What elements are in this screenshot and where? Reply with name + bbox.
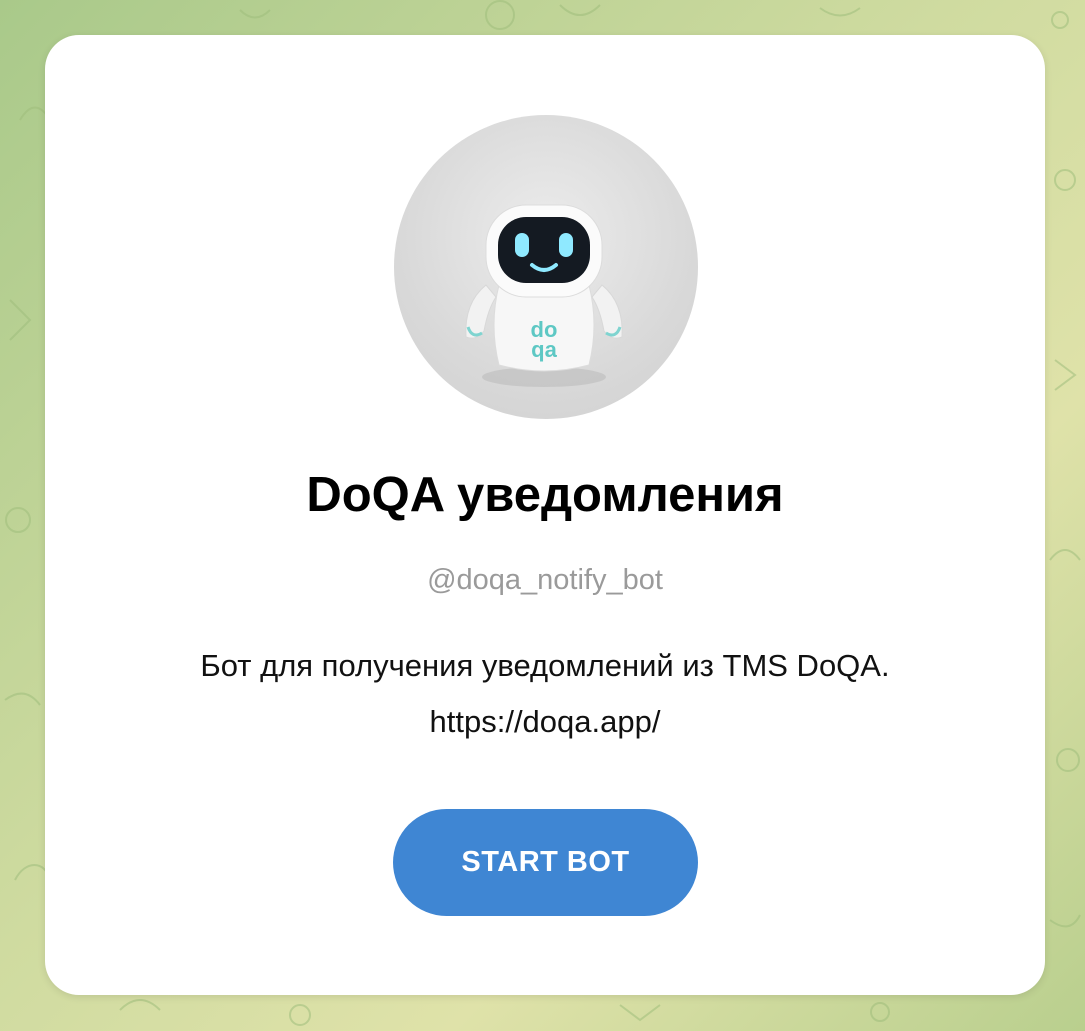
robot-avatar-icon[interactable]: do qa xyxy=(394,115,698,419)
robot-illustration: do qa xyxy=(465,204,623,387)
bot-description: Бот для получения уведомлений из TMS DoQ… xyxy=(45,638,1045,750)
start-bot-button[interactable]: START BOT xyxy=(393,809,698,916)
bot-username[interactable]: @doqa_notify_bot xyxy=(45,562,1045,598)
bot-description-line: Бот для получения уведомлений из TMS DoQ… xyxy=(200,648,890,683)
bot-name: DoQA уведомления xyxy=(306,468,784,522)
bot-website-link[interactable]: https://doqa.app/ xyxy=(45,694,1045,750)
svg-text:qa: qa xyxy=(531,337,557,362)
bot-info-card: do qa DoQA уведомления @doqa_notify_bot … xyxy=(45,35,1045,995)
